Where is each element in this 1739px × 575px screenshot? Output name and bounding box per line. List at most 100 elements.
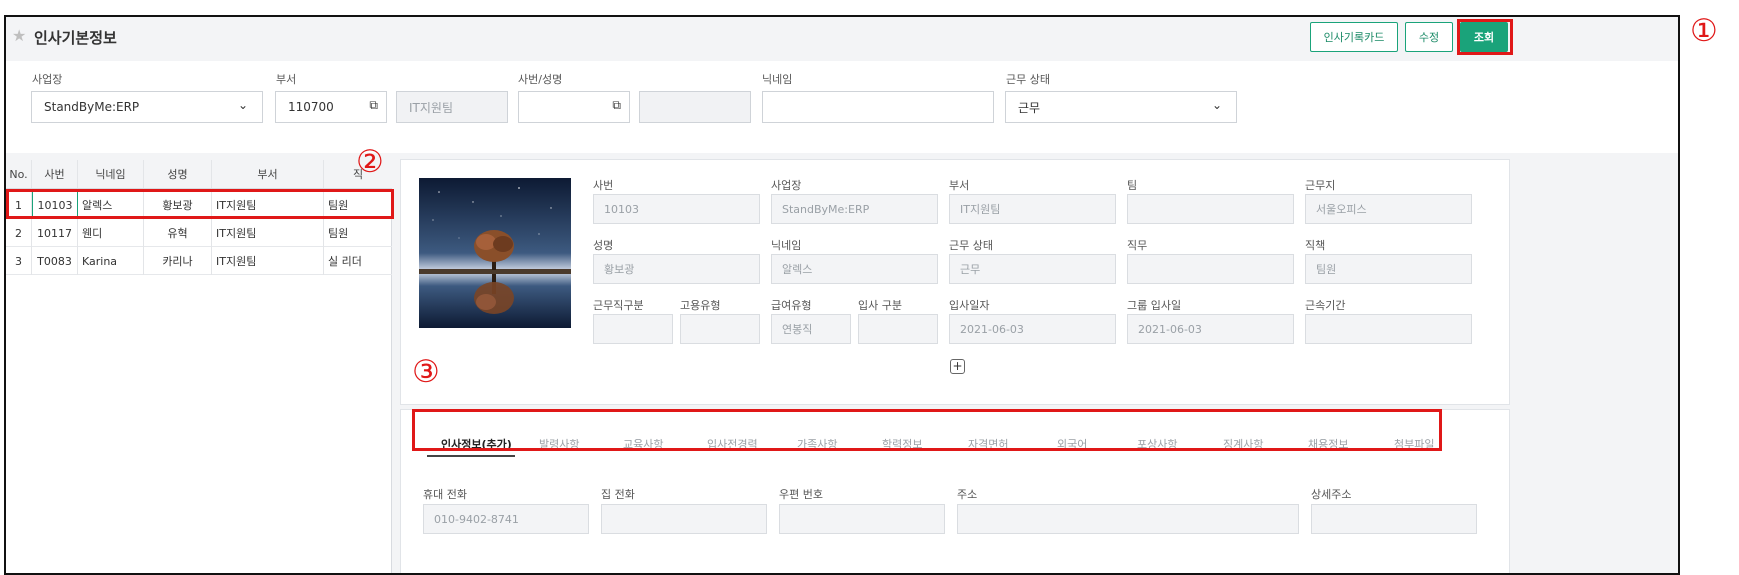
app-window: ★ 인사기본정보 인사기록카드 수정 조회 사업장 StandByMe:ERP … [4,15,1680,575]
status-value: 근무 [960,263,981,276]
site-field: StandByMe:ERP [771,194,938,224]
plus-icon[interactable]: + [950,359,965,374]
empno-label: 사번 [593,179,614,192]
detail-tabs-panel: 인사정보(추가) 발령사항 교육사항 입사전경력 가족사항 학력정보 자격면허 … [400,409,1510,573]
nickname-input[interactable] [762,91,994,123]
mobile-field: 010-9402-8741 [423,504,589,534]
groupjoin-label: 그룹 입사일 [1127,299,1182,312]
name-field: 황보광 [593,254,760,284]
tree-reflection-image [419,178,571,328]
site-select[interactable]: StandByMe:ERP ⌄ [31,91,263,123]
star-icon[interactable]: ★ [12,26,26,45]
tab-school[interactable]: 학력정보 [882,436,922,452]
tab-language[interactable]: 외국어 [1057,436,1087,452]
dept-code-input[interactable]: 110700 ⧉ [275,91,387,123]
profile-photo [419,178,571,328]
zip-label: 우편 번호 [779,488,823,501]
emp-search-input[interactable]: ⧉ [518,91,630,123]
tab-appointments[interactable]: 발령사항 [539,436,579,452]
row-name: 황보광 [144,191,212,219]
hr-card-button[interactable]: 인사기록카드 [1310,22,1398,52]
joindate-value: 2021-06-03 [960,322,1024,336]
team-field [1127,194,1294,224]
row-nickname: 웬디 [78,219,144,247]
row-name: 유혁 [144,219,212,247]
dept-label: 부서 [949,179,970,192]
address-label: 주소 [957,488,978,501]
site-value: StandByMe:ERP [44,100,140,114]
tab-discipline[interactable]: 징계사항 [1223,436,1263,452]
row-id: 10103 [32,191,78,219]
empno-field: 10103 [593,194,760,224]
paytype-label: 급여유형 [771,299,812,312]
nickname-label: 닉네임 [762,73,793,86]
list-header: No. 사번 닉네임 성명 부서 직 [6,159,392,189]
workplace-field: 서울오피스 [1305,194,1472,224]
table-row[interactable]: 3 T0083 Karina 카리나 IT지원팀 실 리더 [6,247,392,275]
tab-awards[interactable]: 포상사항 [1137,436,1177,452]
row-id: T0083 [32,247,78,275]
position-label: 직책 [1305,239,1326,252]
paytype-value: 연봉직 [782,323,813,336]
copy-icon[interactable]: ⧉ [612,98,621,113]
duty-field [1127,254,1294,284]
empno-value: 10103 [604,202,639,216]
dept-field: IT지원팀 [949,194,1116,224]
edit-button[interactable]: 수정 [1405,22,1453,52]
table-row[interactable]: 2 10117 웬디 유혁 IT지원팀 팀원 [6,219,392,247]
joindate-field: 2021-06-03 [949,314,1116,344]
paytype-field: 연봉직 [771,314,851,344]
tab-license[interactable]: 자격면허 [968,436,1008,452]
col-nickname: 닉네임 [78,160,144,188]
row-no: 2 [6,219,32,247]
row-position: 실 리더 [328,255,362,268]
chevron-down-icon: ⌄ [1211,98,1222,112]
search-button[interactable]: 조회 [1460,22,1508,52]
site-label: 사업장 [32,73,63,86]
tab-career[interactable]: 입사전경력 [707,436,758,452]
zip-field [779,504,945,534]
workplace-label: 근무지 [1305,179,1336,192]
page-title: 인사기본정보 [34,29,117,47]
row-dept: IT지원팀 [212,191,324,219]
tab-family[interactable]: 가족사항 [797,436,837,452]
active-tab-indicator [427,455,515,457]
col-name: 성명 [144,160,212,188]
emptype-label: 고용유형 [680,299,721,312]
copy-icon[interactable]: ⧉ [369,98,378,113]
employee-detail-panel: 사번 10103 사업장 StandByMe:ERP 부서 IT지원팀 팀 근무… [400,159,1510,405]
status-label: 근무 상태 [949,239,993,252]
mobile-label: 휴대 전화 [423,488,467,501]
status-select[interactable]: 근무 ⌄ [1005,91,1237,123]
address2-field [1311,504,1477,534]
name-label: 성명 [593,239,614,252]
row-position: 팀원 [328,227,349,240]
position-field: 팀원 [1305,254,1472,284]
address2-label: 상세주소 [1311,488,1352,501]
workplace-value: 서울오피스 [1316,203,1367,216]
tab-attachments[interactable]: 첨부파일 [1394,436,1434,452]
tenure-label: 근속기간 [1305,299,1346,312]
col-dept: 부서 [212,160,324,188]
duty-label: 직무 [1127,239,1148,252]
table-row[interactable]: 1 10103 알렉스 황보광 IT지원팀 팀원 [6,191,392,219]
status-label: 근무 상태 [1006,73,1050,86]
col-no: No. [6,160,32,188]
status-field: 근무 [949,254,1116,284]
jointype-field [858,314,938,344]
status-value: 근무 [1018,100,1041,115]
row-dept: IT지원팀 [212,247,324,275]
position-value: 팀원 [1316,263,1337,276]
dept-value: IT지원팀 [960,203,1001,216]
home-phone-field [601,504,767,534]
worktype-label: 근무직구분 [593,299,644,312]
mobile-value: 010-9402-8741 [434,512,519,526]
tab-recruit[interactable]: 채용정보 [1308,436,1348,452]
tab-education[interactable]: 교육사항 [623,436,663,452]
dept-label: 부서 [276,73,297,86]
chevron-down-icon: ⌄ [237,98,248,112]
jointype-label: 입사 구분 [858,299,902,312]
tab-hr-info[interactable]: 인사정보(추가) [441,436,512,452]
dept-code-value: 110700 [288,100,334,114]
site-value: StandByMe:ERP [782,202,870,216]
